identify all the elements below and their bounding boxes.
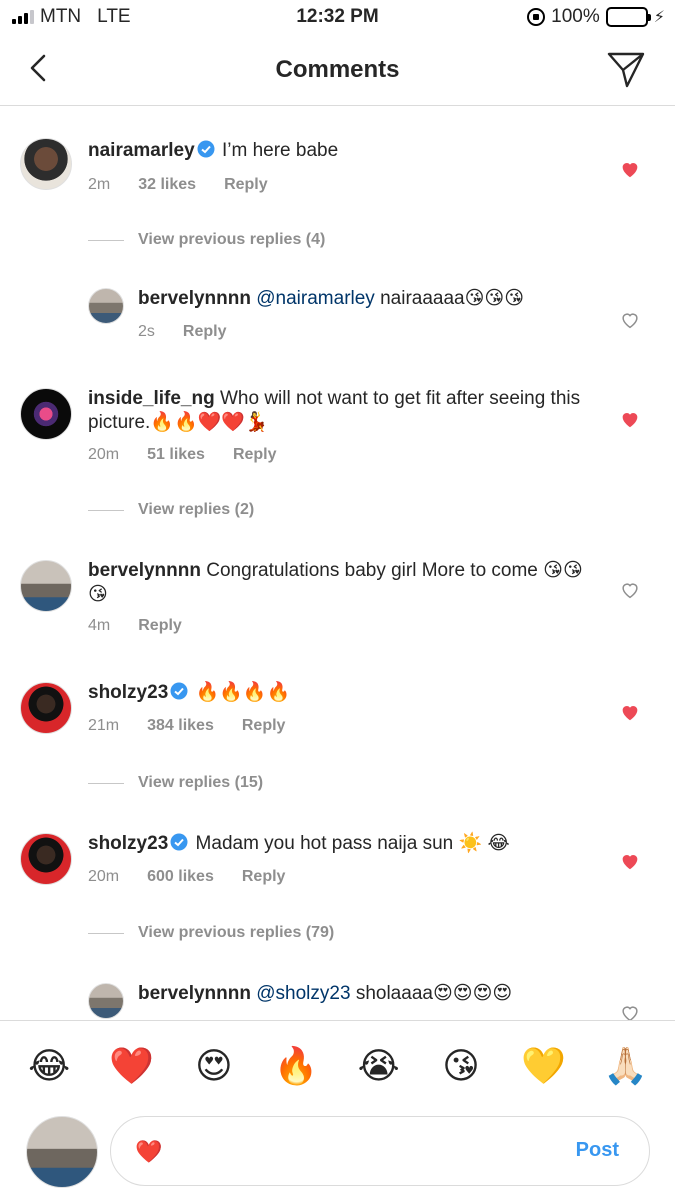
charging-icon: ⚡ xyxy=(653,9,665,26)
comment-time: 20m xyxy=(88,868,120,885)
comment-text: sholaaaa😍😍😍😍 xyxy=(355,983,513,1004)
heart-filled-icon[interactable] xyxy=(619,408,641,430)
emoji-button[interactable]: 😍 xyxy=(184,1045,244,1087)
comment-likes[interactable]: 51 likes xyxy=(147,446,205,464)
comment-meta: 2s Reply xyxy=(138,323,226,341)
verified-badge-icon xyxy=(170,682,188,700)
emoji-button[interactable]: 🙏🏻 xyxy=(596,1045,656,1087)
comment-body: sholzy23 🔥🔥🔥🔥 xyxy=(88,681,598,705)
comment-body: bervelynnnn @sholzy23 sholaaaa😍😍😍😍 xyxy=(138,982,598,1006)
mention-link[interactable]: @nairamarley xyxy=(256,288,375,309)
view-replies-button[interactable]: View replies (15) xyxy=(88,774,263,792)
mention-link[interactable]: @sholzy23 xyxy=(256,983,350,1004)
reply-button[interactable]: Reply xyxy=(224,176,268,194)
battery-icon xyxy=(605,7,651,27)
comment-username[interactable]: bervelynnnn xyxy=(138,288,251,309)
comment-meta: 2m 32 likes Reply xyxy=(88,176,268,194)
paper-plane-icon[interactable] xyxy=(605,48,647,90)
emoji-button[interactable]: 😂 xyxy=(19,1045,79,1087)
comment-time: 2m xyxy=(88,176,111,193)
emoji-button[interactable]: 😭 xyxy=(349,1045,409,1087)
comment-time: 4m xyxy=(88,617,111,634)
avatar[interactable] xyxy=(20,682,72,734)
comment-list[interactable]: nairamarley I’m here babe 2m 32 likes Re… xyxy=(0,107,675,1020)
view-replies-label: View replies (2) xyxy=(138,501,255,518)
comment-composer: ❤️ Post xyxy=(0,1110,675,1200)
comment-likes[interactable]: 600 likes xyxy=(147,868,214,886)
avatar[interactable] xyxy=(88,983,124,1019)
heart-filled-icon[interactable] xyxy=(619,850,641,872)
comment-text: Madam you hot pass naija sun ☀️ 😂 xyxy=(195,833,510,854)
heart-filled-icon[interactable] xyxy=(619,701,641,723)
heart-outline-icon[interactable] xyxy=(619,579,641,601)
emoji-button[interactable]: 🔥 xyxy=(266,1045,326,1087)
emoji-button[interactable]: 💛 xyxy=(513,1045,573,1087)
page-title: Comments xyxy=(275,56,400,83)
avatar[interactable] xyxy=(20,388,72,440)
heart-filled-icon[interactable] xyxy=(619,158,641,180)
my-avatar xyxy=(26,1116,98,1188)
comment-likes[interactable]: 384 likes xyxy=(147,717,214,735)
reply-button[interactable]: Reply xyxy=(138,617,182,635)
heart-outline-icon[interactable] xyxy=(619,309,641,331)
view-replies-label: View replies (15) xyxy=(138,774,264,791)
comment-likes[interactable]: 32 likes xyxy=(138,176,196,194)
post-button[interactable]: Post xyxy=(576,1139,619,1162)
status-right: 100% ⚡ xyxy=(527,6,665,28)
reply-button[interactable]: Reply xyxy=(242,717,286,735)
comment-text: I’m here babe xyxy=(221,140,339,161)
view-replies-button[interactable]: View replies (2) xyxy=(88,501,254,519)
nav-bar: Comments xyxy=(0,34,675,106)
comment-time: 20m xyxy=(88,446,120,463)
reply-button[interactable]: Reply xyxy=(183,323,227,341)
view-replies-button[interactable]: View previous replies (4) xyxy=(88,231,325,249)
comment-username[interactable]: nairamarley xyxy=(88,140,195,161)
comment-body: inside_life_ng Who will not want to get … xyxy=(88,387,598,435)
orientation-lock-icon xyxy=(527,8,546,26)
heart-outline-icon[interactable] xyxy=(619,1002,641,1020)
reply-button[interactable]: Reply xyxy=(242,868,286,886)
reply-button[interactable]: Reply xyxy=(233,446,277,464)
avatar[interactable] xyxy=(20,138,72,190)
view-replies-button[interactable]: View previous replies (79) xyxy=(88,924,334,942)
comment-body: bervelynnnn Congratulations baby girl Mo… xyxy=(88,559,598,607)
avatar[interactable] xyxy=(88,288,124,324)
comment-username[interactable]: sholzy23 xyxy=(88,682,168,703)
view-replies-label: View previous replies (4) xyxy=(138,231,326,248)
comment-body: nairamarley I’m here babe xyxy=(88,139,608,163)
comment-input[interactable]: ❤️ Post xyxy=(110,1116,650,1186)
comment-meta: 21m 384 likes Reply xyxy=(88,717,285,735)
verified-badge-icon xyxy=(197,140,215,158)
avatar[interactable] xyxy=(20,833,72,885)
comment-meta: 20m 600 likes Reply xyxy=(88,868,285,886)
comment-time: 21m xyxy=(88,717,120,734)
verified-badge-icon xyxy=(170,833,188,851)
comment-time: 2s xyxy=(138,323,155,340)
comment-input-value: ❤️ xyxy=(135,1139,163,1164)
comment-text: 🔥🔥🔥🔥 xyxy=(195,682,291,703)
comment-username[interactable]: inside_life_ng xyxy=(88,388,215,409)
emoji-button[interactable]: ❤️ xyxy=(102,1045,162,1087)
comment-text: nairaaaaa😘😘😘 xyxy=(380,288,525,309)
view-replies-label: View previous replies (79) xyxy=(138,924,335,941)
divider-line xyxy=(88,509,124,511)
comment-username[interactable]: sholzy23 xyxy=(88,833,168,854)
emoji-quick-bar: 😂 ❤️ 😍 🔥 😭 😘 💛 🙏🏻 xyxy=(0,1020,675,1110)
comment-username[interactable]: bervelynnnn xyxy=(88,560,201,581)
divider-line xyxy=(88,239,124,241)
divider-line xyxy=(88,932,124,934)
emoji-button[interactable]: 😘 xyxy=(431,1045,491,1087)
comment-body: sholzy23 Madam you hot pass naija sun ☀️… xyxy=(88,832,598,856)
status-bar: MTN LTE 12:32 PM 100% ⚡ xyxy=(0,0,675,34)
comment-meta: 4m Reply xyxy=(88,617,182,635)
battery-percent: 100% xyxy=(551,6,600,27)
divider-line xyxy=(88,782,124,784)
comment-body: bervelynnnn @nairamarley nairaaaaa😘😘😘 xyxy=(138,287,598,311)
comment-username[interactable]: bervelynnnn xyxy=(138,983,251,1004)
comment-meta: 20m 51 likes Reply xyxy=(88,446,277,464)
avatar[interactable] xyxy=(20,560,72,612)
